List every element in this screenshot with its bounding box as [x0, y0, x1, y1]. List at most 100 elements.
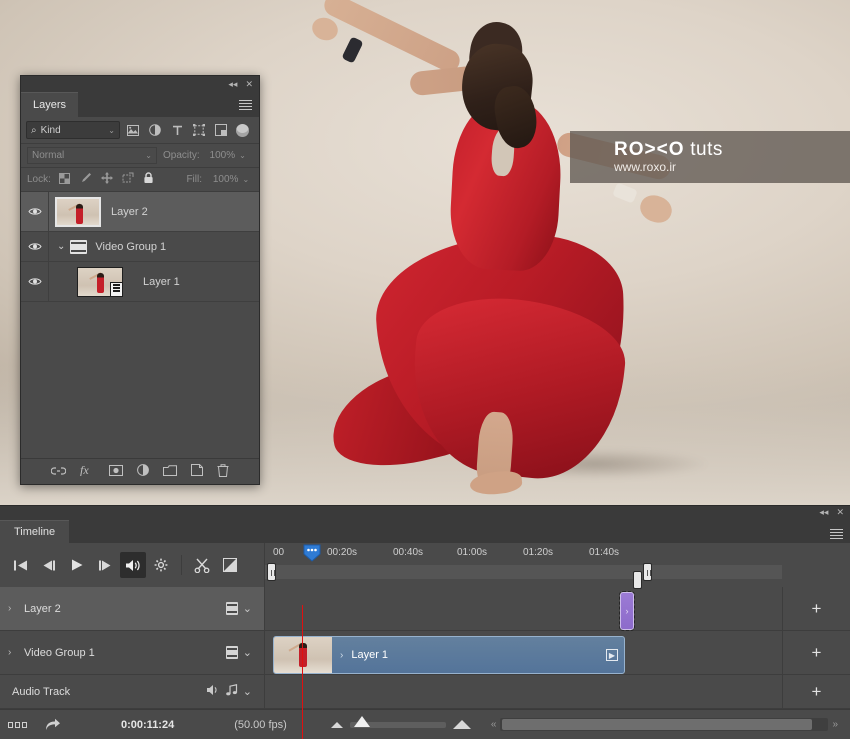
- mask-icon[interactable]: [109, 464, 123, 479]
- move-lock-icon[interactable]: [100, 172, 114, 187]
- all-lock-icon[interactable]: [142, 172, 156, 187]
- artboard-lock-icon[interactable]: [121, 172, 135, 187]
- collapse-icon[interactable]: ◂◂: [228, 79, 237, 89]
- settings-gear-button[interactable]: [148, 552, 174, 578]
- layer-row-layer-2[interactable]: Layer 2: [21, 192, 259, 232]
- layer-name[interactable]: Video Group 1: [87, 241, 259, 253]
- lane-audio-track[interactable]: [265, 675, 782, 709]
- new-layer-icon[interactable]: [191, 464, 203, 479]
- zoom-slider[interactable]: [349, 715, 446, 728]
- collapse-icon[interactable]: ◂◂: [819, 508, 828, 517]
- delete-icon[interactable]: [217, 463, 229, 480]
- music-note-icon[interactable]: [225, 684, 238, 699]
- filmstrip-icon[interactable]: [225, 646, 238, 659]
- chevron-down-icon[interactable]: ⌄: [243, 602, 252, 615]
- layer-visibility-toggle[interactable]: [21, 262, 49, 301]
- work-area-bar[interactable]: [265, 565, 782, 579]
- chevron-down-icon[interactable]: ⌄: [243, 646, 252, 659]
- eye-icon: [28, 242, 42, 251]
- layer-visibility-toggle[interactable]: [21, 192, 49, 231]
- brush-lock-icon[interactable]: [79, 172, 93, 187]
- track-row-audio-track[interactable]: Audio Track ⌄: [0, 675, 264, 709]
- close-icon[interactable]: ✕: [245, 79, 253, 89]
- watermark-brand: RO><O tuts: [614, 139, 850, 160]
- tab-timeline[interactable]: Timeline: [0, 519, 70, 543]
- chevron-down-icon[interactable]: ⌄: [57, 241, 65, 252]
- ruler-tick: 00:40s: [393, 547, 424, 558]
- group-icon[interactable]: [163, 464, 177, 479]
- panel-menu-icon[interactable]: [239, 100, 252, 110]
- chevron-right-icon[interactable]: ›: [8, 647, 18, 658]
- clip-trim-handle[interactable]: [633, 571, 642, 589]
- filmstrip-icon[interactable]: [225, 602, 238, 615]
- chevron-down-icon: ⌄: [239, 151, 246, 160]
- layer-thumbnail: [55, 196, 101, 227]
- add-media-button[interactable]: +: [783, 587, 850, 631]
- share-icon[interactable]: [45, 718, 61, 731]
- fx-icon[interactable]: fx: [80, 463, 95, 479]
- next-frame-button[interactable]: [92, 552, 118, 578]
- smartobject-filter-icon[interactable]: [212, 121, 230, 139]
- layer-visibility-toggle[interactable]: [21, 232, 49, 261]
- speaker-icon[interactable]: [206, 684, 220, 699]
- lane-video-group-1[interactable]: › Layer 1 ▶: [265, 631, 782, 675]
- layer-row-video-group-1[interactable]: ⌄ Video Group 1: [21, 232, 259, 262]
- scroll-right-icon[interactable]: »: [832, 719, 838, 730]
- track-row-layer-2[interactable]: › Layer 2 ⌄: [0, 587, 264, 631]
- clip-layer-1[interactable]: › Layer 1 ▶: [273, 636, 625, 674]
- zoom-out-icon[interactable]: [330, 721, 343, 728]
- clip-chevron-icon[interactable]: ›: [340, 650, 343, 661]
- lane-layer-2[interactable]: ›: [265, 571, 782, 631]
- zoom-in-icon[interactable]: [452, 720, 471, 729]
- close-icon[interactable]: ✕: [836, 508, 844, 517]
- go-to-first-frame-button[interactable]: [8, 552, 34, 578]
- add-media-button[interactable]: +: [783, 631, 850, 675]
- fill-field[interactable]: 100% ⌄: [209, 171, 253, 188]
- play-button[interactable]: [64, 552, 90, 578]
- filter-kind-select[interactable]: ⌕ Kind ⌄: [26, 121, 120, 139]
- transition-button[interactable]: [217, 552, 243, 578]
- audio-mute-button[interactable]: [120, 552, 146, 578]
- add-audio-button[interactable]: +: [783, 675, 850, 709]
- link-icon[interactable]: [50, 465, 67, 479]
- panel-menu-icon[interactable]: [830, 528, 843, 539]
- track-lane-column[interactable]: › › Layer 1 ▶: [265, 571, 782, 739]
- work-area-end-handle[interactable]: [643, 563, 652, 581]
- type-filter-icon[interactable]: [168, 121, 186, 139]
- filter-enable-toggle[interactable]: [236, 123, 249, 137]
- layer-name[interactable]: Layer 2: [107, 206, 259, 218]
- playhead-marker[interactable]: [302, 544, 322, 562]
- opacity-field[interactable]: 100% ⌄: [206, 147, 250, 164]
- layer-thumbnail-cell[interactable]: [71, 266, 129, 297]
- layer-row-layer-1[interactable]: Layer 1: [21, 262, 259, 302]
- layers-panel-tabs: Layers: [21, 92, 259, 117]
- scrollbar-track[interactable]: [500, 718, 829, 731]
- track-row-video-group-1[interactable]: › Video Group 1 ⌄: [0, 631, 264, 675]
- previous-frame-button[interactable]: [36, 552, 62, 578]
- clip-options-arrow-icon[interactable]: ▶: [606, 649, 618, 661]
- clip-layer-2[interactable]: ›: [619, 591, 635, 631]
- tab-layers[interactable]: Layers: [21, 92, 79, 117]
- layer-name[interactable]: Layer 1: [129, 276, 259, 288]
- track-name: Video Group 1: [24, 646, 95, 659]
- horizontal-scrollbar[interactable]: « »: [491, 717, 838, 732]
- timeline-ruler[interactable]: 00 00:20s 00:40s 01:00s 01:20s 01:40s: [265, 543, 782, 587]
- scrollbar-thumb[interactable]: [502, 719, 813, 730]
- blend-mode-select[interactable]: Normal ⌄: [27, 147, 157, 164]
- svg-text:fx: fx: [80, 464, 89, 476]
- adjustment-filter-icon[interactable]: [146, 121, 164, 139]
- current-time-display[interactable]: 0:00:11:24: [121, 719, 174, 731]
- render-frames-icon[interactable]: [8, 721, 27, 728]
- layer-thumbnail-cell[interactable]: [49, 196, 107, 227]
- chevron-down-icon[interactable]: ⌄: [243, 685, 252, 698]
- scroll-left-icon[interactable]: «: [491, 719, 497, 730]
- work-area-start-handle[interactable]: [267, 563, 276, 581]
- pixel-filter-icon[interactable]: [124, 121, 142, 139]
- zoom-slider-knob[interactable]: [353, 715, 370, 727]
- split-clip-button[interactable]: [189, 552, 215, 578]
- transparency-lock-icon[interactable]: [58, 172, 72, 187]
- shape-filter-icon[interactable]: [190, 121, 208, 139]
- adjustment-icon[interactable]: [137, 464, 149, 479]
- layers-panel-footer: fx: [21, 458, 259, 484]
- chevron-right-icon[interactable]: ›: [8, 603, 18, 614]
